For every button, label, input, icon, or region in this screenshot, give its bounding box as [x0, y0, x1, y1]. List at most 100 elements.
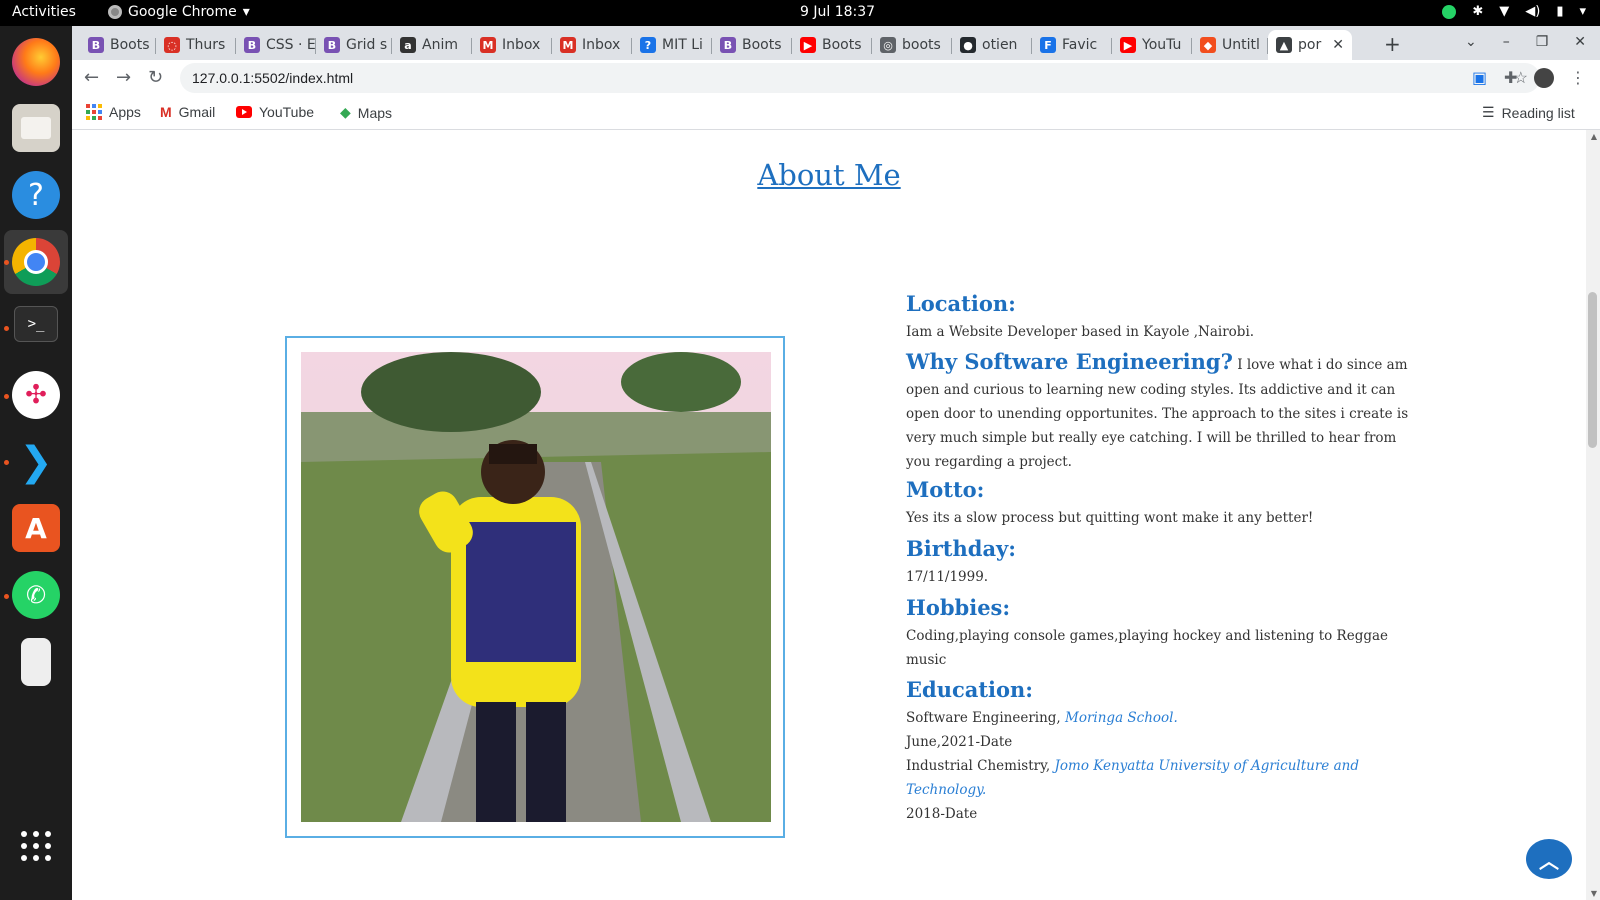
- reading-list-label: Reading list: [1501, 104, 1575, 121]
- window-controls: ⌄ – ❐ ✕: [1465, 34, 1586, 50]
- chevron-down-icon: ▾: [242, 4, 250, 20]
- tab-search-icon[interactable]: ⌄: [1465, 34, 1477, 50]
- new-tab-button[interactable]: +: [1384, 32, 1401, 56]
- tab-label: Inbox: [582, 37, 621, 53]
- portfolio-icon: ▲: [1276, 37, 1292, 53]
- running-indicator: [4, 460, 9, 465]
- tab-label: boots: [902, 37, 941, 53]
- back-to-top-button[interactable]: ︿: [1526, 839, 1572, 879]
- tab-label: Anim: [422, 37, 458, 53]
- profile-avatar[interactable]: [1534, 68, 1554, 88]
- tab-label: YouTu: [1142, 37, 1182, 53]
- edu1-dates: June,2021-Date: [906, 734, 1013, 750]
- browser-tab[interactable]: B Grid s: [316, 30, 392, 60]
- browser-tab[interactable]: B Boots: [80, 30, 156, 60]
- extension-f-icon[interactable]: ▣: [1472, 68, 1487, 87]
- apps-grid-icon: [86, 104, 102, 120]
- slack-icon[interactable]: ✣: [12, 371, 60, 419]
- tab-label: Thurs: [186, 37, 226, 53]
- url-text: 127.0.0.1:5502/index.html: [192, 70, 354, 86]
- software-center-icon[interactable]: A: [12, 504, 60, 552]
- files-icon[interactable]: [12, 104, 60, 152]
- whatsapp-tray-icon[interactable]: [1442, 4, 1457, 19]
- close-tab-icon[interactable]: ✕: [1332, 37, 1344, 53]
- running-indicator: [4, 260, 9, 265]
- browser-tab[interactable]: ◌ Thurs: [156, 30, 236, 60]
- system-menu-chevron-icon[interactable]: ▾: [1579, 4, 1586, 19]
- browser-tab[interactable]: M Inbox: [472, 30, 552, 60]
- chrome-icon[interactable]: [12, 238, 60, 286]
- scrum-icon: ◌: [164, 37, 180, 53]
- system-top-bar: Activities Google Chrome ▾ 9 Jul 18:37 ✱…: [0, 0, 1600, 26]
- page-scrollbar[interactable]: ▲ ▼: [1586, 130, 1600, 900]
- firefox-icon[interactable]: [12, 38, 60, 86]
- browser-tab[interactable]: ◎ boots: [872, 30, 952, 60]
- slack-tray-icon[interactable]: ✱: [1472, 4, 1483, 19]
- gmail-icon: M: [560, 37, 576, 53]
- browser-tab[interactable]: a Anim: [392, 30, 472, 60]
- browser-tab[interactable]: F Favic: [1032, 30, 1112, 60]
- wifi-icon[interactable]: ▼: [1499, 4, 1509, 19]
- reload-button[interactable]: ↻: [148, 67, 163, 88]
- forward-button[interactable]: →: [116, 67, 131, 88]
- browser-tab[interactable]: ▶ YouTu: [1112, 30, 1192, 60]
- motto-text: Yes its a slow process but quitting wont…: [906, 510, 1314, 526]
- education-item: Software Engineering, Moringa School.: [906, 706, 1416, 730]
- address-bar[interactable]: i 127.0.0.1:5502/index.html ☆: [180, 63, 1540, 235]
- clock[interactable]: 9 Jul 18:37: [800, 4, 875, 20]
- close-window-button[interactable]: ✕: [1574, 34, 1586, 50]
- minimize-button[interactable]: –: [1503, 34, 1510, 50]
- vscode-icon[interactable]: ❯: [12, 438, 60, 486]
- location-text: Iam a Website Developer based in Kayole …: [906, 324, 1255, 340]
- browser-tab[interactable]: ◆ Untitl: [1192, 30, 1268, 60]
- battery-icon[interactable]: ▮: [1556, 4, 1563, 19]
- education-heading: Education:: [906, 677, 1034, 702]
- browser-tab[interactable]: B Boots: [712, 30, 792, 60]
- scroll-down-arrow-icon[interactable]: ▼: [1591, 889, 1597, 898]
- restore-button[interactable]: ❐: [1536, 34, 1549, 50]
- browser-tab[interactable]: ? MIT Li: [632, 30, 712, 60]
- back-button[interactable]: ←: [84, 67, 99, 88]
- hobbies-text: Coding,playing console games,playing hoc…: [906, 628, 1389, 668]
- chrome-menu-icon[interactable]: ⋮: [1570, 68, 1586, 87]
- browser-tab[interactable]: ▲ por ✕: [1268, 30, 1352, 60]
- ipod-icon[interactable]: [21, 638, 51, 686]
- moringa-school-link[interactable]: Moringa School.: [1065, 710, 1178, 726]
- system-tray[interactable]: ✱ ▼ ◀) ▮ ▾: [1442, 4, 1586, 19]
- tab-label: Grid s: [346, 37, 388, 53]
- browser-tab[interactable]: ▶ Boots: [792, 30, 872, 60]
- tab-strip: + ⌄ – ❐ ✕ B Boots ◌ Thurs B CSS · E B Grid s a An…: [72, 26, 1600, 60]
- whatsapp-icon[interactable]: ✆: [12, 571, 60, 619]
- running-indicator: [4, 394, 9, 399]
- figma-icon: ◆: [1200, 37, 1216, 53]
- bootstrap-icon: B: [324, 37, 340, 53]
- bookmark-maps-label: Maps: [357, 104, 393, 121]
- bookmark-gmail[interactable]: M Gmail: [160, 104, 215, 120]
- app-menu[interactable]: Google Chrome ▾: [108, 4, 250, 20]
- youtube-icon: ▶: [1120, 37, 1136, 53]
- help-icon[interactable]: ?: [12, 171, 60, 219]
- browser-tab[interactable]: M Inbox: [552, 30, 632, 60]
- bookmark-apps[interactable]: Apps: [86, 104, 141, 120]
- extensions-puzzle-icon[interactable]: ✚: [1504, 68, 1517, 87]
- tab-label: MIT Li: [662, 37, 703, 53]
- scroll-thumb[interactable]: [1588, 292, 1597, 448]
- reading-list-button[interactable]: ☰ Reading list: [1482, 104, 1575, 121]
- volume-icon[interactable]: ◀): [1525, 4, 1540, 19]
- about-details: Location: Iam a Website Developer based …: [906, 288, 1416, 826]
- bookmark-apps-label: Apps: [109, 104, 141, 120]
- activities-button[interactable]: Activities: [12, 4, 76, 20]
- birthday-heading: Birthday:: [906, 536, 1017, 561]
- bookmarks-bar: Apps M Gmail YouTube ◆ Maps ☰ Reading li…: [72, 96, 1600, 130]
- education-item: Industrial Chemistry, Jomo Kenyatta Univ…: [906, 754, 1416, 802]
- browser-tab[interactable]: ● otien: [952, 30, 1032, 60]
- scroll-up-arrow-icon[interactable]: ▲: [1591, 132, 1597, 141]
- terminal-icon[interactable]: >_: [14, 306, 58, 342]
- show-applications-icon[interactable]: [12, 822, 60, 870]
- bookmark-youtube[interactable]: YouTube: [236, 104, 314, 120]
- why-heading: Why Software Engineering?: [906, 349, 1233, 374]
- bookmark-maps[interactable]: ◆ Maps: [340, 104, 392, 121]
- browser-tab[interactable]: B CSS · E: [236, 30, 316, 60]
- tab-label: otien: [982, 37, 1018, 53]
- reading-list-icon: ☰: [1482, 104, 1495, 120]
